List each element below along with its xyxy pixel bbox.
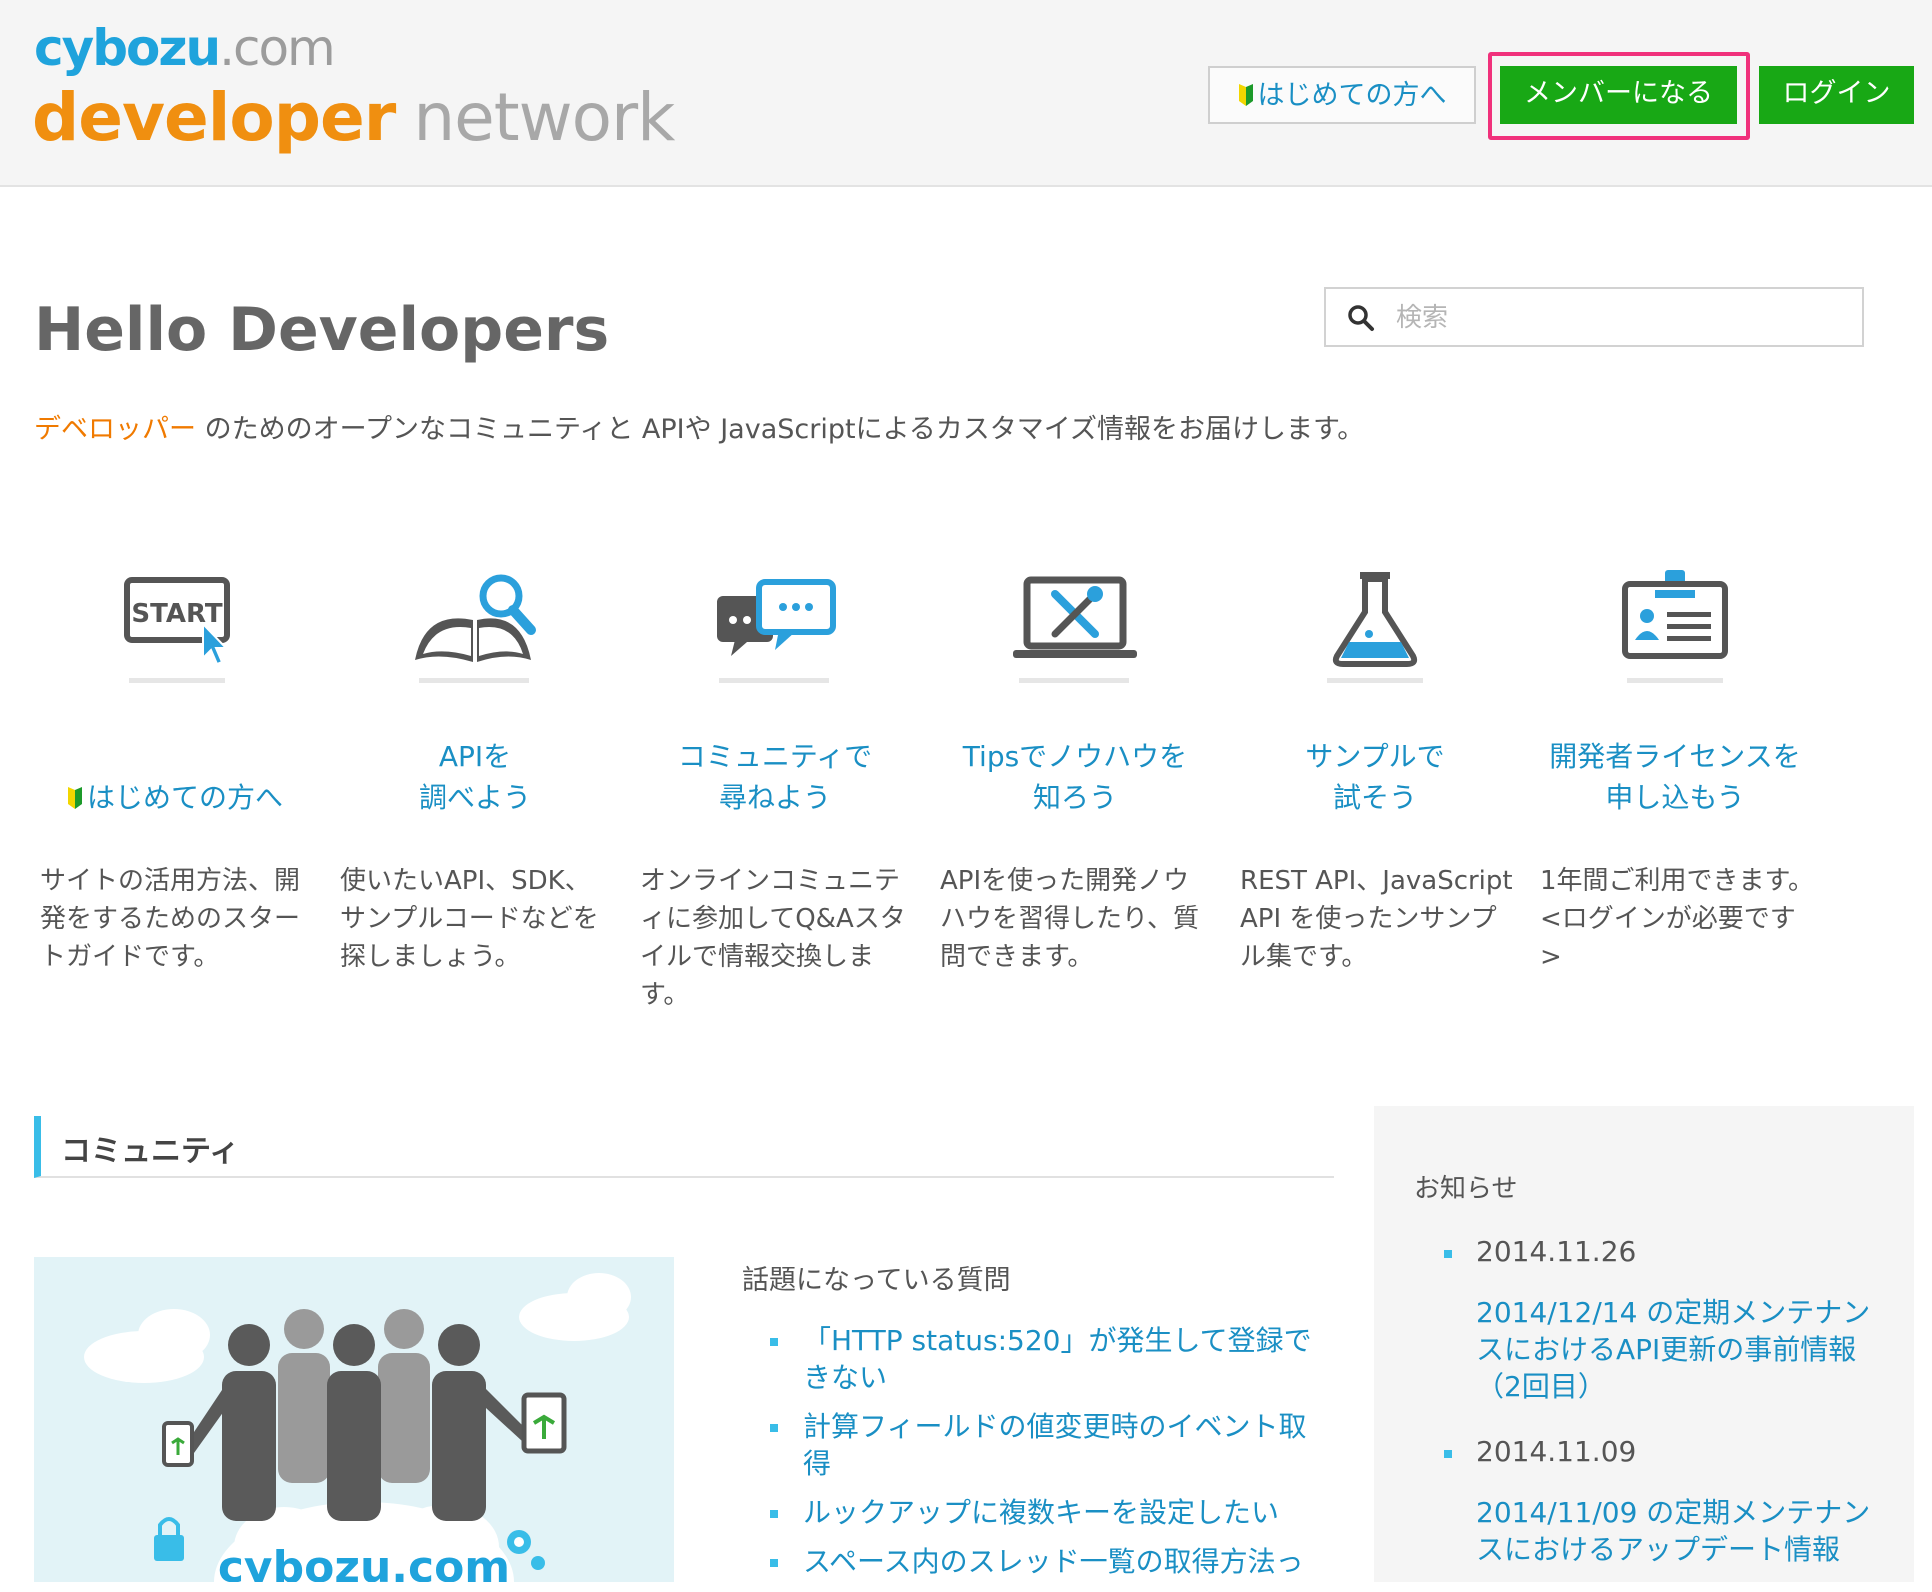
logo-developer-network[interactable]: developer network: [32, 78, 675, 158]
beginner-mark-icon: [67, 787, 82, 809]
book-search-icon: [330, 560, 620, 700]
search-box[interactable]: [1324, 287, 1864, 347]
popular-questions-title: 話題になっている質問: [742, 1265, 1011, 1296]
community-section-heading: コミュニティ: [34, 1116, 1334, 1178]
feature-description: オンラインコミュニティに参加してQ&Aスタイルで情報交換します。: [640, 866, 906, 1010]
news-item: 2014.11.26 2014/12/14 の定期メンテナンスにおけるAPI更新…: [1444, 1234, 1884, 1405]
news-date: 2014.11.09: [1444, 1434, 1884, 1470]
feature-title[interactable]: APIを 調べよう: [330, 736, 620, 818]
become-member-button[interactable]: メンバーになる: [1500, 66, 1737, 124]
developer-link[interactable]: デベロッパー: [34, 414, 196, 445]
popular-questions-list: 「HTTP status:520」が発生して登録できない 計算フィールドの値変更…: [770, 1322, 1330, 1592]
feature-title[interactable]: はじめての方へ: [30, 736, 320, 818]
question-link[interactable]: ルックアップに複数キーを設定したい: [770, 1494, 1330, 1531]
laptop-tools-icon: [930, 560, 1220, 700]
page-title: Hello Developers: [34, 295, 610, 365]
search-icon: [1348, 305, 1374, 331]
feature-description: サイトの活用方法、開発をするためのスタートガイドです。: [40, 866, 301, 972]
question-link[interactable]: 「HTTP status:520」が発生して登録できない: [770, 1322, 1330, 1396]
logo-cybozu[interactable]: cybozu.com: [34, 18, 336, 78]
question-link[interactable]: 計算フィールドの値変更時のイベント取得: [770, 1408, 1330, 1482]
feature-description: APIを使った開発ノウハウを習得したり、質問できます。: [940, 866, 1199, 972]
news-link[interactable]: 2014/11/09 の定期メンテナンスにおけるアップデート情報: [1444, 1494, 1884, 1568]
news-date: 2014.11.26: [1444, 1234, 1884, 1270]
news-link[interactable]: 2014/12/14 の定期メンテナンスにおけるAPI更新の事前情報（2回目）: [1444, 1294, 1884, 1405]
feature-title[interactable]: サンプルで 試そう: [1230, 736, 1520, 818]
chat-bubbles-icon: [630, 560, 920, 700]
feature-description: 使いたいAPI、SDK、サンプルコードなどを探しましょう。: [340, 866, 599, 972]
site-header: cybozu.com developer network はじめての方へ メンバー…: [0, 0, 1932, 187]
question-link[interactable]: スペース内のスレッド一覧の取得方法っ: [770, 1543, 1330, 1580]
news-item: 2014.11.09 2014/11/09 の定期メンテナンスにおけるアップデー…: [1444, 1434, 1884, 1568]
tagline: デベロッパー のためのオープンなコミュニティと APIや JavaScriptに…: [34, 414, 1365, 445]
feature-title[interactable]: 開発者ライセンスを 申し込もう: [1530, 736, 1820, 818]
license-card-icon: [1530, 560, 1820, 700]
flask-icon: [1230, 560, 1520, 700]
cloud-logo-text: cybozu.com: [218, 1542, 510, 1582]
start-icon: START: [30, 560, 320, 700]
feature-description: 1年間ご利用できます。<ログインが必要です>: [1540, 866, 1814, 972]
feature-description: REST API、JavaScript API を使ったンサンプル集です。: [1240, 866, 1513, 972]
svg-text:START: START: [131, 599, 222, 629]
feature-title[interactable]: コミュニティで 尋ねよう: [630, 736, 920, 818]
beginner-button[interactable]: はじめての方へ: [1208, 66, 1476, 124]
beginner-mark-icon: [1238, 84, 1253, 106]
login-button[interactable]: ログイン: [1759, 66, 1914, 124]
feature-title[interactable]: Tipsでノウハウを 知ろう: [930, 736, 1220, 818]
search-input[interactable]: [1394, 297, 1848, 339]
news-title: お知らせ: [1414, 1174, 1518, 1204]
community-illustration[interactable]: cybozu.com: [34, 1257, 674, 1582]
news-panel: お知らせ 2014.11.26 2014/12/14 の定期メンテナンスにおける…: [1374, 1106, 1914, 1582]
